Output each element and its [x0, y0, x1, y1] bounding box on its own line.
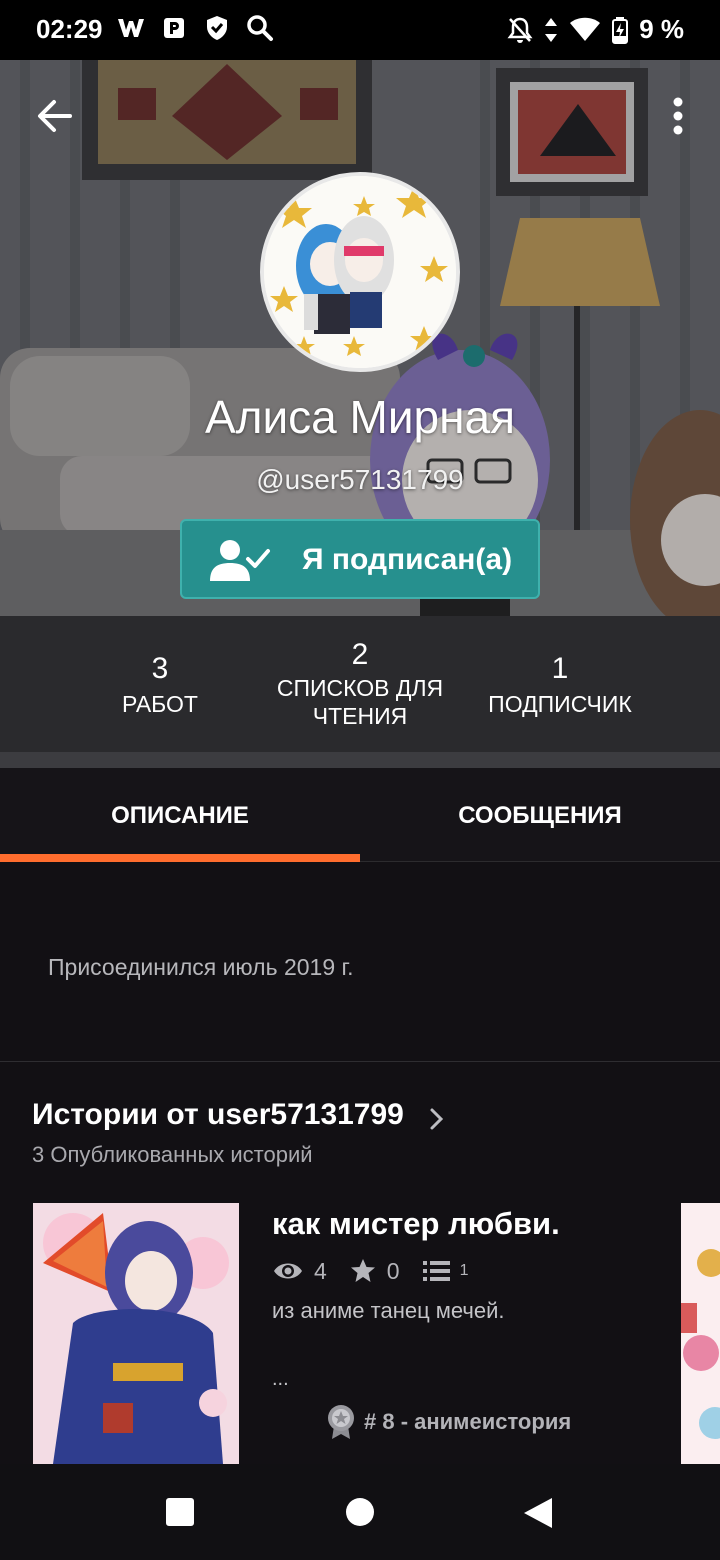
award-medal-icon — [328, 1405, 354, 1439]
profile-username: @user57131799 — [256, 464, 464, 495]
battery-percent: 9 % — [639, 14, 684, 44]
story-title[interactable]: как мистер любви. — [272, 1206, 560, 1242]
following-button[interactable]: Я подписан(а) — [180, 519, 540, 599]
wifi-icon — [570, 17, 601, 41]
story-cover[interactable] — [33, 1203, 239, 1464]
profile-stats: 3 РАБОТ 2 СПИСКОВ ДЛЯ ЧТЕНИЯ 1 ПОДПИСЧИК — [0, 616, 720, 752]
status-bar: 02:29 9 % — [0, 0, 720, 60]
nav-back-icon[interactable] — [522, 1496, 554, 1530]
battery-charging-icon — [612, 16, 629, 44]
divider-line — [0, 1061, 720, 1062]
status-icons-left — [116, 14, 274, 42]
data-arrows-icon — [545, 17, 558, 42]
profile-tabs: ОПИСАНИЕ СООБЩЕНИЯ — [0, 768, 720, 862]
tab-about[interactable]: ОПИСАНИЕ — [0, 768, 360, 862]
stories-count: 3 Опубликованных историй — [32, 1142, 313, 1167]
tab-messages[interactable]: СООБЩЕНИЯ — [360, 768, 720, 862]
profile-avatar[interactable] — [260, 172, 460, 372]
user-check-icon — [210, 540, 270, 581]
search-icon — [247, 15, 273, 41]
story-parts-count: 1 — [459, 1262, 469, 1279]
story-votes-count: 0 — [386, 1257, 400, 1284]
stat-followers-label: ПОДПИСЧИК — [488, 691, 632, 717]
story-description: из аниме танец мечей. — [272, 1298, 505, 1323]
parking-icon — [164, 18, 184, 38]
story-cover-next[interactable] — [681, 1203, 720, 1464]
system-navigation-bar — [0, 1464, 720, 1560]
star-icon — [350, 1259, 375, 1282]
recent-apps-icon[interactable] — [166, 1498, 194, 1526]
list-icon — [422, 1261, 450, 1281]
story-stats: 4 0 1 — [272, 1254, 491, 1288]
more-options-icon[interactable] — [666, 92, 690, 140]
joined-date: Присоединился июль 2019 г. — [48, 954, 354, 980]
home-icon[interactable] — [346, 1498, 374, 1526]
stories-section-title[interactable]: Истории от user57131799 — [32, 1098, 404, 1132]
active-tab-indicator — [0, 854, 360, 862]
story-rank-text: # 8 - анимеистория — [364, 1409, 572, 1434]
profile-display-name: Алиса Мирная — [204, 391, 516, 443]
eye-icon — [274, 1263, 302, 1279]
avatar-image — [264, 176, 456, 368]
story-rank-badge[interactable]: # 8 - анимеистория — [326, 1404, 571, 1440]
story-cover-next-image — [681, 1203, 720, 1464]
bell-off-icon — [507, 17, 533, 43]
section-divider — [0, 752, 720, 768]
story-description-more: ... — [272, 1368, 289, 1390]
story-reads-count: 4 — [314, 1257, 327, 1284]
following-button-label: Я подписан(а) — [302, 543, 513, 576]
profile-header: Алиса Мирная @user57131799 Я подписан(а) — [0, 60, 720, 616]
stat-followers-count: 1 — [551, 652, 569, 685]
stat-followers[interactable]: 1 ПОДПИСЧИК — [440, 616, 680, 752]
back-arrow-icon[interactable] — [30, 90, 82, 142]
story-cover-image — [33, 1203, 239, 1464]
status-icons-right: 9 % — [507, 14, 684, 45]
chevron-right-icon[interactable] — [426, 1104, 448, 1134]
status-time: 02:29 — [36, 14, 103, 44]
wattpad-icon — [118, 19, 144, 37]
shield-icon — [207, 16, 227, 40]
